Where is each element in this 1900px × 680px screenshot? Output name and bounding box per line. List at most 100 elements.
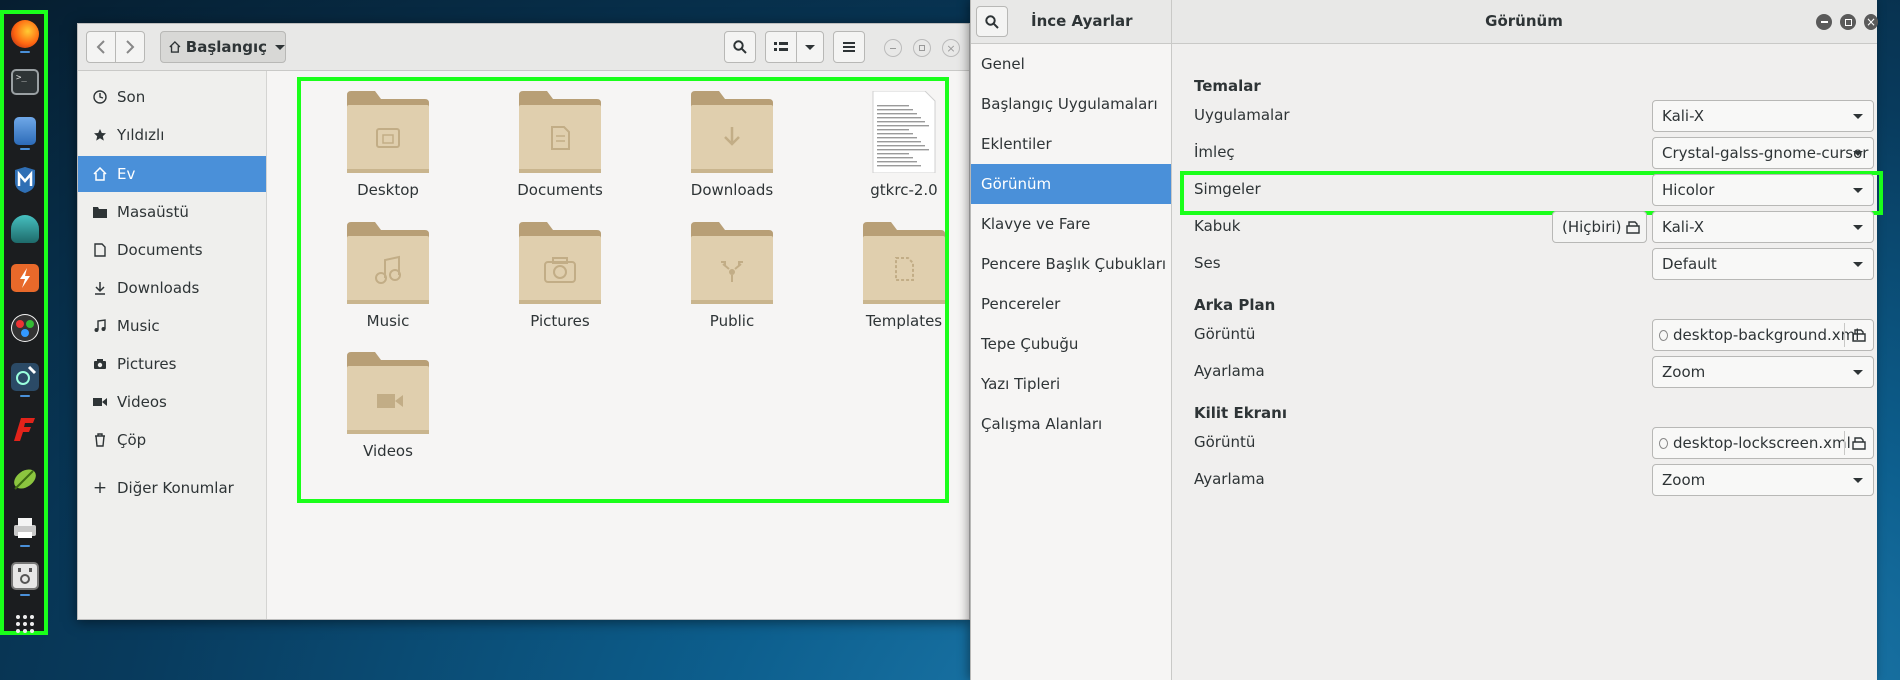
view-options-button[interactable] (796, 31, 824, 63)
tweaks-item-startup-apps[interactable]: Başlangıç Uygulamaları (971, 84, 1171, 124)
armitage-icon[interactable] (11, 215, 39, 243)
background-image-chooser[interactable]: desktop-background.xml (1652, 319, 1874, 351)
maximize-button[interactable] (913, 39, 931, 57)
metasploit-icon[interactable] (11, 166, 39, 194)
folder-icon (691, 222, 773, 304)
minimize-button[interactable] (884, 39, 902, 57)
tweaks-item-fonts[interactable]: Yazı Tipleri (971, 364, 1171, 404)
close-button[interactable]: × (1864, 14, 1878, 30)
close-button[interactable]: × (942, 39, 960, 57)
app-title: İnce Ayarlar (1031, 12, 1133, 30)
lockscreen-adjust-combo[interactable]: Zoom (1652, 464, 1874, 496)
forward-button[interactable] (115, 31, 145, 63)
folder-item[interactable]: Public (657, 222, 807, 330)
folder-item[interactable]: Desktop (313, 91, 463, 199)
file-icon (1659, 437, 1668, 449)
tweaks-item-keyboard-mouse[interactable]: Klavye ve Fare (971, 204, 1171, 244)
lockscreen-heading: Kilit Ekranı (1194, 404, 1288, 422)
file-manager-icon[interactable] (14, 117, 36, 145)
sidebar-item-documents[interactable]: Documents (78, 232, 266, 268)
tweaks-item-windows[interactable]: Pencereler (971, 284, 1171, 324)
file-item[interactable]: gtkrc-2.0 (829, 90, 979, 199)
file-manager-window: Başlangıç × Son Yıldızlı Ev Masaüstü Doc… (77, 23, 970, 620)
sidebar-item-masaustu[interactable]: Masaüstü (78, 194, 266, 230)
tweaks-item-top-bar[interactable]: Tepe Çubuğu (971, 324, 1171, 364)
sidebar-item-yildizli[interactable]: Yıldızlı (78, 117, 266, 153)
plus-icon: + (92, 478, 108, 498)
menu-button[interactable] (833, 31, 865, 63)
item-label: Documents (517, 181, 603, 199)
firefox-icon[interactable] (11, 20, 39, 48)
folder-item[interactable]: Documents (485, 91, 635, 199)
folder-icon (691, 91, 773, 173)
themes-heading: Temalar (1194, 77, 1261, 95)
folder-item[interactable]: Downloads (657, 91, 807, 199)
minimize-icon (1820, 21, 1828, 23)
background-adjust-combo[interactable]: Zoom (1652, 356, 1874, 388)
tweaks-item-titlebars[interactable]: Pencere Başlık Çubukları (971, 244, 1171, 284)
sidebar-item-label: Çöp (117, 431, 147, 449)
faraday-icon[interactable] (11, 415, 39, 443)
sidebar-item-label: Documents (117, 241, 203, 259)
chevron-left-icon (96, 40, 105, 54)
tweaks-item-appearance[interactable]: Görünüm (971, 164, 1171, 204)
sidebar-item-cop[interactable]: Çöp (78, 422, 266, 458)
sidebar-item-label: Pencere Başlık Çubukları (981, 255, 1167, 273)
combo-value: Kali-X (1662, 218, 1705, 236)
places-sidebar: Son Yıldızlı Ev Masaüstü Documents Downl… (78, 71, 267, 619)
icons-theme-combo[interactable]: Hicolor (1652, 174, 1874, 206)
sidebar-item-downloads[interactable]: Downloads (78, 270, 266, 306)
appearance-panel: Temalar Uygulamalar Kali-X İmleç Crystal… (1172, 44, 1883, 680)
sidebar-item-music[interactable]: Music (78, 308, 266, 344)
sidebar-item-son[interactable]: Son (78, 79, 266, 115)
file-open-icon (1852, 329, 1866, 342)
background-image-label: Görüntü (1194, 325, 1256, 343)
minimize-icon (890, 47, 896, 49)
view-mode-button[interactable] (765, 31, 797, 63)
leafpad-icon[interactable] (11, 465, 39, 493)
lockscreen-image-label: Görüntü (1194, 433, 1256, 451)
sidebar-item-videos[interactable]: Videos (78, 384, 266, 420)
beef-icon[interactable] (11, 363, 39, 391)
tweaks-item-genel[interactable]: Genel (971, 44, 1171, 84)
tweaks-item-extensions[interactable]: Eklentiler (971, 124, 1171, 164)
folder-icon (347, 352, 429, 434)
maltego-icon[interactable] (11, 314, 39, 342)
back-button[interactable] (86, 31, 116, 63)
shell-theme-combo[interactable]: Kali-X (1652, 211, 1874, 243)
printer-icon[interactable] (11, 514, 39, 542)
sidebar-item-label: Downloads (117, 279, 200, 297)
folder-item[interactable]: Music (313, 222, 463, 330)
chevron-down-icon (1853, 225, 1863, 230)
home-icon (93, 167, 107, 181)
cursor-theme-combo[interactable]: Crystal-galss-gnome-cursor (1652, 137, 1874, 169)
star-icon (94, 129, 106, 141)
apps-grid-icon[interactable] (11, 610, 39, 638)
lockscreen-image-chooser[interactable]: desktop-lockscreen.xml (1652, 427, 1874, 459)
shell-label: Kabuk (1194, 217, 1241, 235)
sidebar-item-label: Diğer Konumlar (117, 479, 234, 497)
tweaks-search-button[interactable] (976, 6, 1008, 37)
tweaks-item-workspaces[interactable]: Çalışma Alanları (971, 404, 1171, 444)
sidebar-item-pictures[interactable]: Pictures (78, 346, 266, 382)
folder-item[interactable]: Videos (313, 352, 463, 460)
search-button[interactable] (724, 31, 756, 63)
applications-theme-combo[interactable]: Kali-X (1652, 100, 1874, 132)
terminal-icon[interactable]: >_ (11, 69, 39, 95)
sidebar-item-ev[interactable]: Ev (78, 156, 266, 192)
shell-none-button[interactable]: (Hiçbiri) (1552, 211, 1647, 243)
close-icon: × (1865, 15, 1877, 29)
location-button[interactable]: Başlangıç (160, 31, 286, 63)
sidebar-item-label: Pictures (117, 355, 177, 373)
item-label: Templates (865, 312, 943, 330)
sound-theme-combo[interactable]: Default (1652, 248, 1874, 280)
folder-item[interactable]: Templates (829, 222, 979, 330)
folder-item[interactable]: Pictures (485, 222, 635, 330)
maximize-button[interactable] (1840, 14, 1856, 30)
folder-icon (519, 222, 601, 304)
settings-tool-icon[interactable] (11, 562, 39, 590)
minimize-button[interactable] (1816, 14, 1832, 30)
sidebar-item-label: Ev (117, 165, 136, 183)
sidebar-item-other-locations[interactable]: + Diğer Konumlar (78, 470, 266, 506)
burpsuite-icon[interactable] (11, 264, 39, 292)
